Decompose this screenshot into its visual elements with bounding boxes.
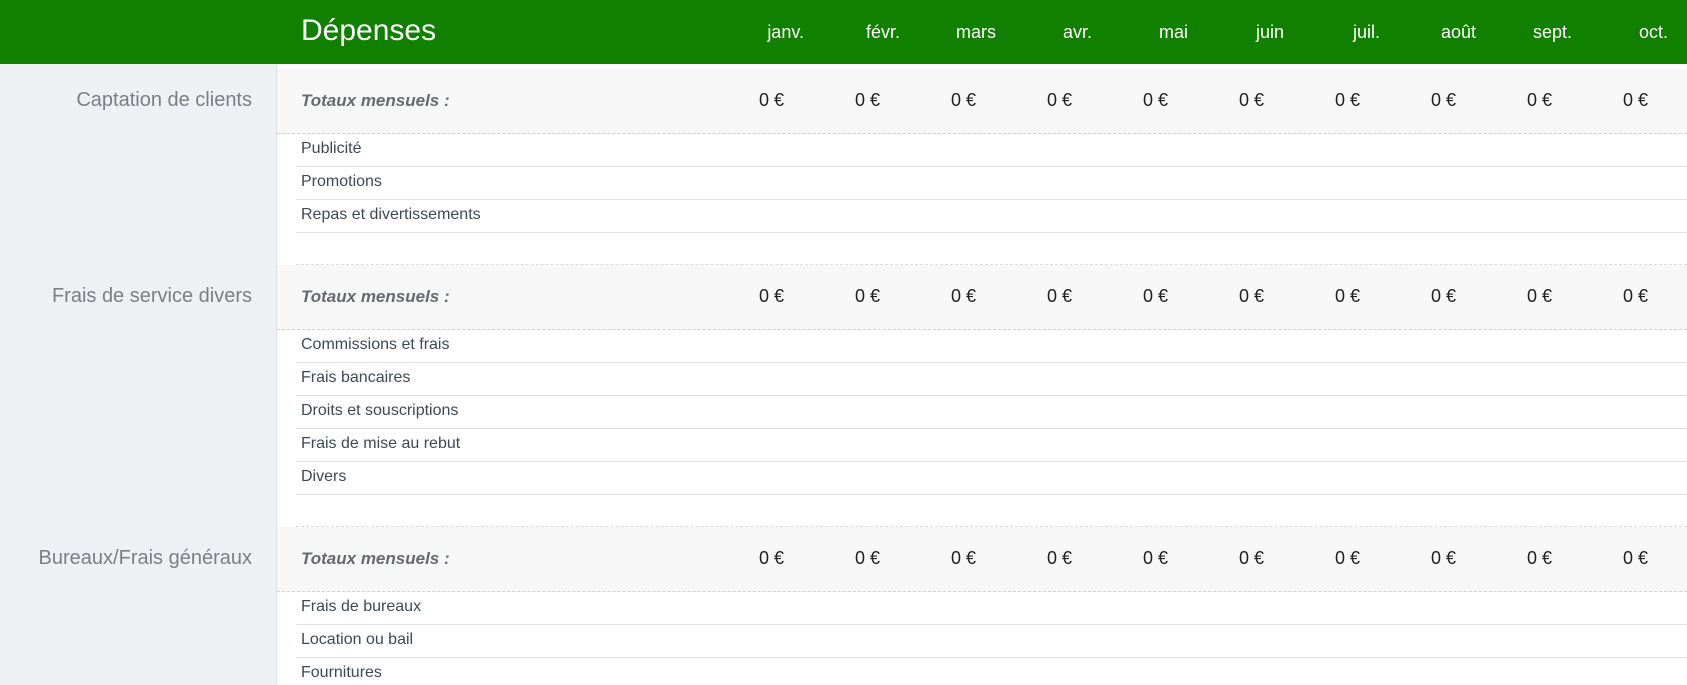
expense-item-label: Divers — [301, 468, 347, 485]
expense-item-row[interactable]: Droits et souscriptions — [296, 396, 1687, 429]
expense-item-row[interactable]: Divers — [296, 462, 1687, 495]
month-header: août — [1440, 22, 1476, 42]
expense-item-label: Droits et souscriptions — [301, 402, 459, 419]
expense-item-row[interactable]: Frais de bureaux — [296, 592, 1687, 625]
expense-item-row[interactable]: Fournitures — [296, 658, 1687, 685]
total-value: 0 € — [950, 548, 976, 568]
total-value: 0 € — [1238, 286, 1264, 306]
totals-row: Totaux mensuels : 0 € 0 € 0 € 0 € 0 € 0 … — [277, 527, 1687, 592]
total-value: 0 € — [1622, 548, 1648, 568]
month-header: févr. — [865, 22, 900, 42]
month-header: mai — [1158, 22, 1188, 42]
expense-item-row[interactable]: Publicité — [296, 134, 1687, 167]
totals-row: Totaux mensuels : 0 € 0 € 0 € 0 € 0 € 0 … — [277, 265, 1687, 330]
total-value: 0 € — [1622, 90, 1648, 110]
total-value: 0 € — [854, 548, 880, 568]
expense-item-row[interactable]: Frais de mise au rebut — [296, 429, 1687, 462]
expense-item-label: Commissions et frais — [301, 336, 450, 353]
total-value: 0 € — [1142, 286, 1168, 306]
section-title-bureaux: Bureaux/Frais généraux — [38, 547, 252, 569]
expense-empty-row[interactable] — [296, 495, 1687, 527]
total-value: 0 € — [1622, 286, 1648, 306]
totals-label: Totaux mensuels : — [301, 549, 450, 568]
expense-item-label: Repas et divertissements — [301, 206, 481, 223]
expenses-sheet: Dépenses janv. févr. mars avr. mai juin … — [0, 0, 1687, 685]
total-value: 0 € — [1526, 286, 1552, 306]
header-bar: Dépenses janv. févr. mars avr. mai juin … — [0, 0, 1687, 64]
page-title: Dépenses — [301, 14, 437, 47]
month-header: sept. — [1532, 22, 1572, 42]
total-value: 0 € — [758, 286, 784, 306]
month-header: juil. — [1352, 22, 1380, 42]
month-header: janv. — [767, 22, 804, 42]
expense-item-label: Fournitures — [301, 664, 382, 681]
total-value: 0 € — [1142, 90, 1168, 110]
totals-label: Totaux mensuels : — [301, 287, 450, 306]
expense-item-row[interactable]: Frais bancaires — [296, 363, 1687, 396]
section-title-captation: Captation de clients — [76, 89, 252, 111]
total-value: 0 € — [1334, 548, 1360, 568]
total-value: 0 € — [758, 90, 784, 110]
total-value: 0 € — [1238, 548, 1264, 568]
total-value: 0 € — [1430, 90, 1456, 110]
expense-item-row[interactable]: Promotions — [296, 167, 1687, 200]
total-value: 0 € — [854, 286, 880, 306]
expense-item-label: Frais de mise au rebut — [301, 435, 461, 452]
total-value: 0 € — [1430, 286, 1456, 306]
expense-item-label: Location ou bail — [301, 631, 414, 648]
expense-item-label: Frais bancaires — [301, 369, 411, 386]
total-value: 0 € — [1334, 286, 1360, 306]
total-value: 0 € — [1430, 548, 1456, 568]
expense-item-label: Frais de bureaux — [301, 598, 422, 615]
expense-item-row[interactable]: Location ou bail — [296, 625, 1687, 658]
month-header: oct. — [1638, 22, 1668, 42]
total-value: 0 € — [758, 548, 784, 568]
total-value: 0 € — [1526, 548, 1552, 568]
total-value: 0 € — [1334, 90, 1360, 110]
total-value: 0 € — [854, 90, 880, 110]
total-value: 0 € — [1238, 90, 1264, 110]
total-value: 0 € — [1142, 548, 1168, 568]
expense-item-row[interactable]: Commissions et frais — [296, 330, 1687, 363]
total-value: 0 € — [1046, 90, 1072, 110]
expense-item-label: Publicité — [301, 140, 362, 157]
total-value: 0 € — [950, 286, 976, 306]
total-value: 0 € — [1526, 90, 1552, 110]
sidebar — [0, 64, 277, 685]
total-value: 0 € — [1046, 286, 1072, 306]
expense-empty-row[interactable] — [296, 233, 1687, 265]
month-header: mars — [956, 22, 996, 42]
month-header: avr. — [1062, 22, 1092, 42]
expense-item-row[interactable]: Repas et divertissements — [296, 200, 1687, 233]
totals-label: Totaux mensuels : — [301, 91, 450, 110]
totals-row: Totaux mensuels : 0 € 0 € 0 € 0 € 0 € 0 … — [277, 69, 1687, 134]
section-title-service: Frais de service divers — [51, 285, 252, 307]
total-value: 0 € — [1046, 548, 1072, 568]
total-value: 0 € — [950, 90, 976, 110]
expense-item-label: Promotions — [301, 173, 382, 190]
month-header: juin — [1255, 22, 1284, 42]
